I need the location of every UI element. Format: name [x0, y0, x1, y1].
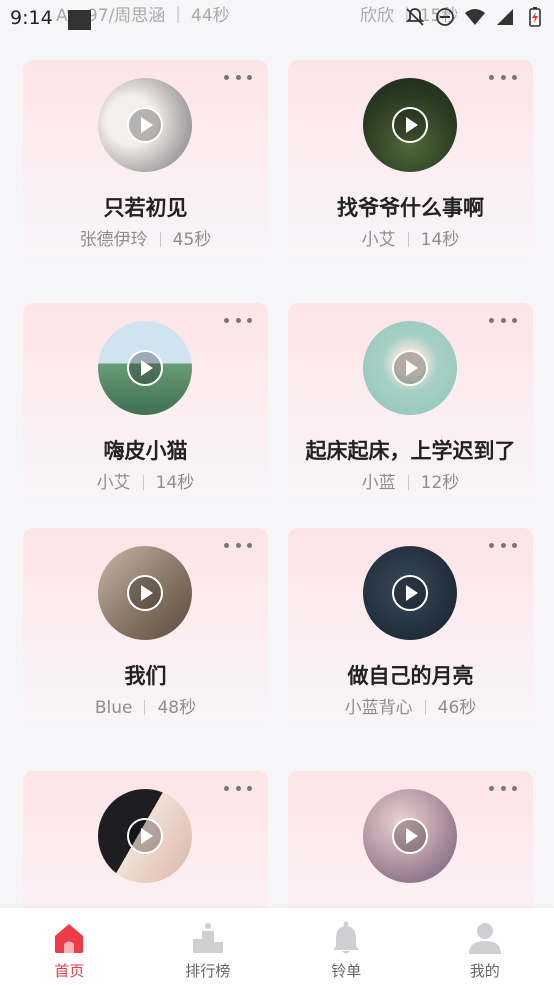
nav-label: 铃单	[331, 962, 362, 980]
artist-name: 小蓝背心	[344, 698, 413, 718]
song-title: 我们	[124, 664, 167, 688]
meta-separator	[144, 700, 146, 715]
duration: 14秒	[155, 473, 195, 493]
meta-separator	[407, 475, 409, 490]
status-bar: 9:14	[0, 0, 554, 36]
bell-icon	[333, 921, 360, 954]
cover-image[interactable]	[98, 789, 192, 883]
song-title: 做自己的月亮	[347, 664, 474, 688]
play-icon[interactable]	[392, 350, 428, 386]
artist-name: 小蓝	[361, 473, 396, 493]
artist-name: 张德伊玲	[79, 230, 148, 250]
more-options-button[interactable]	[489, 313, 517, 327]
cover-image[interactable]	[363, 321, 457, 415]
signal-icon	[494, 6, 516, 28]
song-title: 找爷爷什么事啊	[337, 196, 484, 220]
more-options-button[interactable]	[224, 781, 252, 795]
duration: 45秒	[172, 230, 212, 250]
person-icon	[468, 923, 501, 954]
duration: 14秒	[420, 230, 460, 250]
nav-home[interactable]: 首页	[19, 920, 119, 981]
more-options-button[interactable]	[489, 70, 517, 84]
song-meta: 小艾 14秒	[288, 225, 533, 250]
song-title: 起床起床，上学迟到了	[305, 439, 516, 463]
battery-icon	[524, 6, 546, 28]
play-icon[interactable]	[392, 818, 428, 854]
home-icon	[55, 924, 84, 953]
meta-separator	[424, 700, 426, 715]
status-time: 9:14	[10, 7, 53, 29]
play-icon[interactable]	[392, 575, 428, 611]
song-meta: Blue 48秒	[23, 693, 268, 718]
silent-bell-icon	[404, 6, 426, 28]
status-icons	[404, 6, 546, 28]
cover-image[interactable]	[363, 78, 457, 172]
more-options-button[interactable]	[489, 538, 517, 552]
wifi-icon	[464, 6, 486, 28]
artist-name: 小艾	[361, 230, 396, 250]
notification-icon	[68, 10, 91, 30]
song-meta: 小蓝背心 46秒	[288, 693, 533, 718]
cover-image[interactable]	[98, 546, 192, 640]
song-meta: 小蓝 12秒	[288, 468, 533, 493]
duration: 48秒	[157, 698, 197, 718]
more-options-button[interactable]	[489, 781, 517, 795]
play-icon[interactable]	[127, 575, 163, 611]
bottom-navigation: 首页 排行榜 铃单 我的	[0, 908, 554, 985]
meta-separator	[407, 232, 409, 247]
play-icon[interactable]	[392, 107, 428, 143]
meta-separator	[159, 232, 161, 247]
song-title: 只若初见	[103, 196, 188, 220]
podium-icon	[192, 923, 223, 953]
ringtone-card[interactable]: 只若初见 张德伊玲 45秒	[23, 60, 268, 265]
song-title: 嗨皮小猫	[103, 439, 188, 463]
cover-image[interactable]	[98, 321, 192, 415]
artist-name: 小艾	[96, 473, 131, 493]
duration: 12秒	[420, 473, 460, 493]
nav-label: 我的	[469, 962, 500, 980]
more-options-button[interactable]	[224, 313, 252, 327]
cover-image[interactable]	[363, 789, 457, 883]
play-icon[interactable]	[127, 350, 163, 386]
nav-mine[interactable]: 我的	[435, 920, 535, 981]
nav-label: 排行榜	[185, 962, 231, 980]
song-meta: 张德伊玲 45秒	[23, 225, 268, 250]
ringtone-card[interactable]: 起床起床，上学迟到了 小蓝 12秒	[288, 303, 533, 508]
ringtone-card[interactable]: 做自己的月亮 小蓝背心 46秒	[288, 528, 533, 733]
ringtone-card[interactable]: 找爷爷什么事啊 小艾 14秒	[288, 60, 533, 265]
cover-image[interactable]	[363, 546, 457, 640]
cover-image[interactable]	[98, 78, 192, 172]
do-not-disturb-icon	[434, 6, 456, 28]
nav-label: 首页	[54, 962, 85, 980]
play-icon[interactable]	[127, 818, 163, 854]
more-options-button[interactable]	[224, 70, 252, 84]
nav-ringtone-list[interactable]: 铃单	[296, 920, 396, 981]
nav-ranking[interactable]: 排行榜	[158, 920, 258, 981]
ringtone-card[interactable]: 我们 Blue 48秒	[23, 528, 268, 733]
duration: 46秒	[437, 698, 477, 718]
play-icon[interactable]	[127, 107, 163, 143]
meta-separator	[142, 475, 144, 490]
ringtone-card[interactable]: 嗨皮小猫 小艾 14秒	[23, 303, 268, 508]
more-options-button[interactable]	[224, 538, 252, 552]
app-screen: Ayo97/周思涵 | 44秒 欣欣 | 15秒 9:14 只若初见 张德伊玲 …	[0, 0, 554, 985]
artist-name: Blue	[94, 698, 133, 718]
song-meta: 小艾 14秒	[23, 468, 268, 493]
